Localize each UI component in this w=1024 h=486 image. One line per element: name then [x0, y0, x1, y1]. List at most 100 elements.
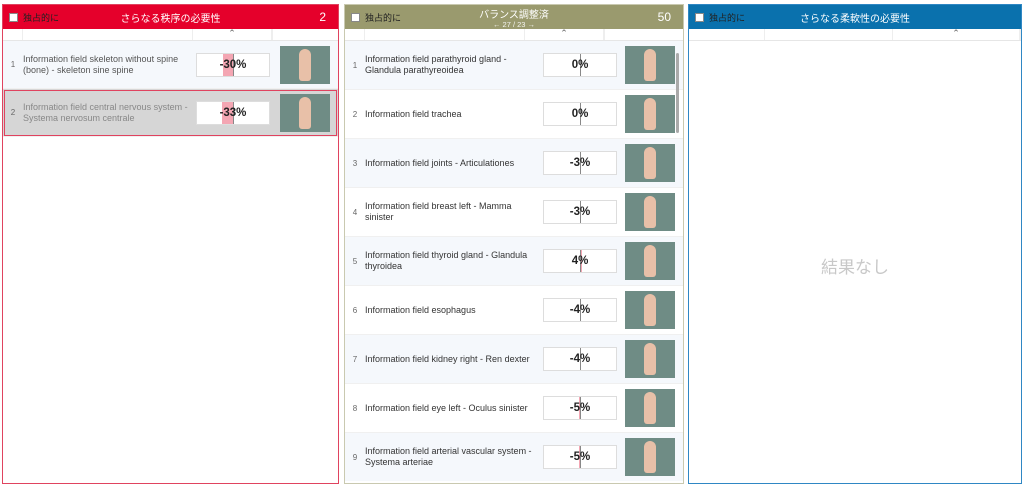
row-number: 9	[352, 452, 358, 462]
body-thumbnail[interactable]	[625, 144, 675, 182]
row-value-text: -33%	[219, 106, 247, 119]
row-number: 1	[352, 60, 358, 70]
row-number: 8	[352, 403, 358, 413]
row-value-text: 4%	[571, 255, 589, 267]
row-number: 3	[352, 158, 358, 168]
row-name: Information field central nervous system…	[23, 101, 188, 123]
row-name: Information field kidney right - Ren dex…	[365, 353, 530, 364]
row-value: -4%	[543, 298, 617, 322]
result-list: 1 Information field skeleton without spin…	[3, 41, 338, 137]
row-value: -33%	[196, 100, 270, 125]
body-thumbnail[interactable]	[280, 45, 330, 84]
row-value-text: 0%	[571, 108, 589, 120]
list-item[interactable]: 5 Information field thyroid gland - Gland…	[345, 237, 683, 286]
row-value: -3%	[543, 200, 617, 224]
row-value: 0%	[543, 53, 617, 77]
list-item[interactable]: 3 Information field joints - Articulation…	[345, 139, 683, 188]
body-figure	[644, 392, 656, 424]
row-number: 7	[352, 354, 358, 364]
panel-need-more-flexibility: 独占的に さらなる柔軟性の必要性 ⌃ 結果なし	[688, 4, 1022, 484]
panel-header: 独占的に さらなる秩序の必要性 2	[3, 5, 338, 29]
row-number: 2	[352, 109, 358, 119]
list-item[interactable]: 1 Information field skeleton without spin…	[3, 41, 338, 89]
list-item[interactable]: 6 Information field esophagus -4%	[345, 286, 683, 335]
result-count: 2	[319, 10, 326, 24]
row-value-text: 0%	[571, 59, 589, 71]
body-figure	[644, 294, 656, 326]
row-name: Information field joints - Articulatione…	[365, 157, 515, 168]
list-item[interactable]: 4 Information field breast left - Mamma s…	[345, 188, 683, 237]
body-thumbnail[interactable]	[625, 438, 675, 476]
row-value-text: -30%	[219, 58, 247, 71]
body-thumbnail[interactable]	[625, 46, 675, 84]
list-item[interactable]: 9 Information field arterial vascular sys…	[345, 433, 683, 481]
row-value-text: -5%	[569, 402, 591, 414]
result-list: 1 Information field parathyroid gland - G…	[345, 41, 683, 481]
panel-header: 独占的に さらなる柔軟性の必要性	[689, 5, 1021, 29]
exclusive-label: 独占的に	[365, 12, 402, 23]
list-item[interactable]: 7 Information field kidney right - Ren de…	[345, 335, 683, 384]
row-value-text: -4%	[569, 353, 591, 365]
body-thumbnail[interactable]	[625, 193, 675, 231]
row-number: 4	[352, 207, 358, 217]
row-name: Information field skeleton without spine…	[23, 53, 179, 75]
row-value: -30%	[196, 52, 270, 77]
row-name: Information field eye left - Oculus sini…	[365, 402, 528, 413]
exclusive-label: 独占的に	[709, 12, 746, 23]
body-thumbnail[interactable]	[280, 93, 330, 132]
row-value-text: -3%	[569, 157, 591, 169]
row-value: -4%	[543, 347, 617, 371]
sort-toggle[interactable]: ⌃	[525, 29, 605, 40]
body-thumbnail[interactable]	[625, 95, 675, 133]
exclusive-checkbox[interactable]	[695, 12, 704, 22]
no-results-text: 結果なし	[821, 258, 889, 277]
row-number: 5	[352, 256, 358, 266]
exclusive-checkbox[interactable]	[351, 12, 360, 22]
exclusive-label: 独占的に	[23, 12, 60, 23]
body-figure	[299, 48, 311, 81]
row-name: Information field arterial vascular syst…	[365, 446, 532, 467]
row-name: Information field breast left - Mamma si…	[365, 201, 512, 222]
panel-balanced: 独占的に バランス調整済 ← 27 / 23 → 50 ⌃ 1 Informati…	[344, 4, 684, 484]
body-figure	[299, 96, 311, 129]
body-figure	[644, 441, 656, 473]
body-thumbnail[interactable]	[625, 389, 675, 427]
row-name: Information field parathyroid gland - Gl…	[365, 54, 507, 75]
exclusive-checkbox[interactable]	[9, 12, 18, 22]
list-item[interactable]: 1 Information field parathyroid gland - G…	[345, 41, 683, 90]
list-item[interactable]: 8 Information field eye left - Oculus sin…	[345, 384, 683, 433]
row-value-text: -5%	[569, 451, 591, 463]
sort-toggle[interactable]: ⌃	[193, 29, 273, 40]
sort-toggle[interactable]: ⌃	[893, 29, 1021, 40]
body-figure	[644, 196, 656, 228]
body-thumbnail[interactable]	[625, 340, 675, 378]
body-figure	[644, 245, 656, 277]
row-value: -5%	[543, 445, 617, 469]
row-number: 6	[352, 305, 358, 315]
row-name: Information field thyroid gland - Glandu…	[365, 250, 528, 271]
result-count: 50	[657, 10, 671, 24]
body-figure	[644, 49, 656, 81]
row-value: -5%	[543, 396, 617, 420]
chevron-up-icon: ⌃	[525, 29, 604, 40]
scrollbar[interactable]	[676, 53, 679, 133]
list-item[interactable]: 2 Information field central nervous syste…	[3, 89, 338, 137]
chevron-up-icon: ⌃	[193, 29, 272, 40]
column-header: ⌃	[3, 29, 338, 41]
row-value: 0%	[543, 102, 617, 126]
body-thumbnail[interactable]	[625, 242, 675, 280]
row-value: -3%	[543, 151, 617, 175]
row-number: 1	[10, 60, 16, 69]
row-value-text: -4%	[569, 304, 591, 316]
column-header: ⌃	[689, 29, 1021, 41]
panel-title-text: バランス調整済	[479, 10, 549, 21]
body-figure	[644, 98, 656, 130]
row-number: 2	[10, 108, 16, 117]
body-thumbnail[interactable]	[625, 291, 675, 329]
row-value-text: -3%	[569, 206, 591, 218]
column-header: ⌃	[345, 29, 683, 41]
list-item[interactable]: 2 Information field trachea 0%	[345, 90, 683, 139]
row-value: 4%	[543, 249, 617, 273]
panel-need-more-order: 独占的に さらなる秩序の必要性 2 ⌃ 1 Information field s…	[2, 4, 339, 484]
body-figure	[644, 343, 656, 375]
